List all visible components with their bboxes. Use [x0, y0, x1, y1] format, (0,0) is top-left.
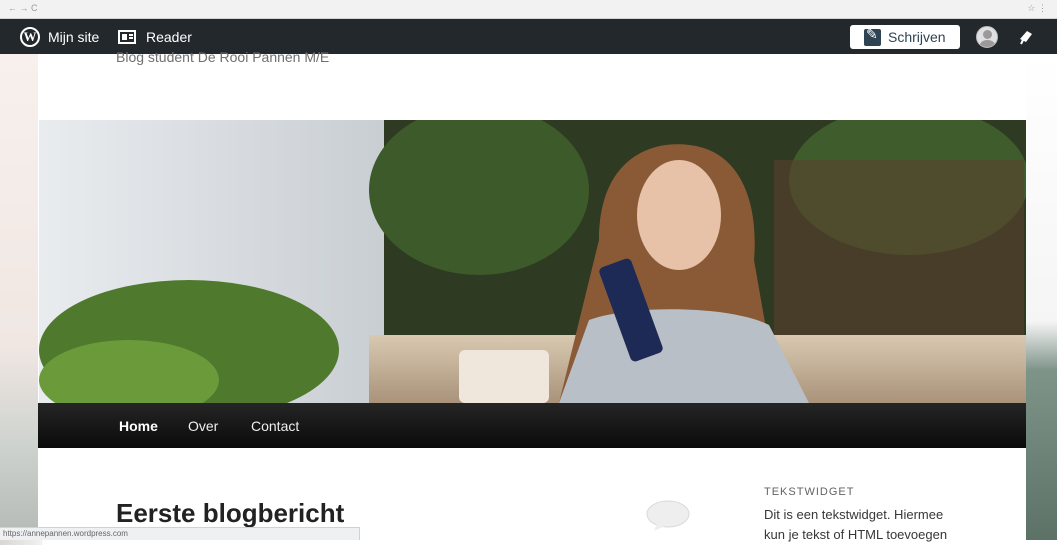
site-page: Blog student De Rooi Pannen M/E Home Ove… — [38, 49, 1026, 542]
widget-text: Dit is een tekstwidget. Hiermee kun je t… — [764, 507, 948, 542]
post-title[interactable]: Eerste blogbericht — [116, 498, 344, 529]
nav-item-contact[interactable]: Contact — [251, 403, 299, 448]
reader-icon — [118, 29, 136, 44]
widget-title: TEKSTWIDGET — [764, 486, 855, 498]
reader-label: Reader — [146, 28, 192, 45]
browser-window-controls[interactable]: ☆ ⋮ — [1027, 3, 1047, 14]
header-image — [39, 120, 1026, 403]
nav-item-home[interactable]: Home — [119, 403, 158, 448]
my-site-label: Mijn site — [48, 28, 100, 45]
bell-icon[interactable] — [1017, 28, 1035, 46]
browser-nav-controls[interactable]: ← → C — [8, 3, 38, 13]
main-navigation: Home Over Contact — [38, 403, 1026, 448]
header-photo — [39, 120, 1026, 403]
comment-icon[interactable] — [645, 500, 691, 532]
write-icon — [864, 27, 881, 46]
write-label: Schrijven — [888, 29, 946, 45]
wordpress-icon: W — [20, 26, 40, 47]
avatar[interactable] — [976, 26, 998, 48]
browser-toolbar: ← → C ☆ ⋮ — [0, 0, 1057, 19]
background-left — [0, 54, 38, 540]
write-button[interactable]: Schrijven — [850, 25, 960, 49]
nav-item-over[interactable]: Over — [188, 403, 218, 448]
my-site-menu[interactable]: W Mijn site — [20, 19, 99, 54]
site-tagline: Blog student De Rooi Pannen M/E — [116, 49, 330, 65]
status-bar-url: https://annepannen.wordpress.com — [0, 527, 360, 540]
background-right — [1026, 54, 1057, 540]
